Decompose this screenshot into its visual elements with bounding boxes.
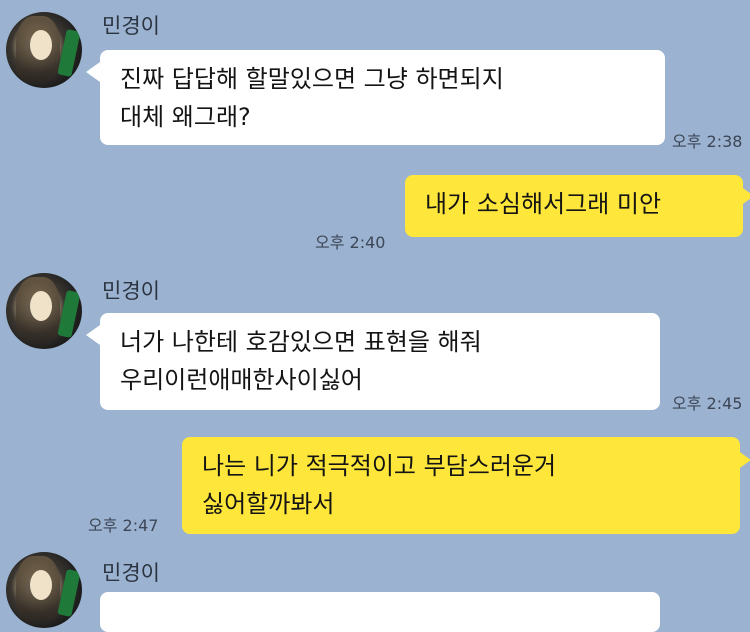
avatar[interactable] <box>6 12 82 88</box>
message-text: 내가 소심해서그래 미안 <box>425 190 662 218</box>
bubble-tail <box>737 450 750 470</box>
message-time: 오후 2:47 <box>88 516 159 535</box>
avatar-accent <box>57 29 81 77</box>
message-time: 오후 2:38 <box>672 132 743 151</box>
sender-name: 민경이 <box>102 279 160 303</box>
avatar[interactable] <box>6 552 82 628</box>
incoming-message-bubble[interactable] <box>100 592 660 632</box>
message-text: 싫어할까봐서 <box>202 490 335 518</box>
message-text: 우리이런애매한사이싫어 <box>120 366 363 394</box>
bubble-tail <box>86 325 100 345</box>
message-text: 너가 나한테 호감있으면 표현을 해줘 <box>120 328 482 356</box>
avatar-face <box>30 570 52 600</box>
message-text: 대체 왜그래? <box>120 103 251 131</box>
avatar-face <box>30 30 52 60</box>
message-text: 나는 니가 적극적이고 부담스러운거 <box>202 452 557 480</box>
sender-name: 민경이 <box>102 561 160 585</box>
sender-name: 민경이 <box>102 14 160 38</box>
outgoing-message-bubble[interactable]: 나는 니가 적극적이고 부담스러운거 싫어할까봐서 <box>182 437 740 534</box>
avatar-accent <box>57 569 81 617</box>
avatar-face <box>30 291 52 321</box>
avatar-accent <box>57 290 81 338</box>
incoming-message-bubble[interactable]: 진짜 답답해 할말있으면 그냥 하면되지 대체 왜그래? <box>100 50 665 145</box>
outgoing-message-bubble[interactable]: 내가 소심해서그래 미안 <box>405 175 743 237</box>
message-time: 오후 2:40 <box>315 233 386 252</box>
bubble-tail <box>86 62 100 82</box>
bubble-tail <box>740 186 750 206</box>
message-text: 진짜 답답해 할말있으면 그냥 하면되지 <box>120 65 504 93</box>
incoming-message-bubble[interactable]: 너가 나한테 호감있으면 표현을 해줘 우리이런애매한사이싫어 <box>100 313 660 410</box>
message-time: 오후 2:45 <box>672 394 743 413</box>
avatar[interactable] <box>6 273 82 349</box>
